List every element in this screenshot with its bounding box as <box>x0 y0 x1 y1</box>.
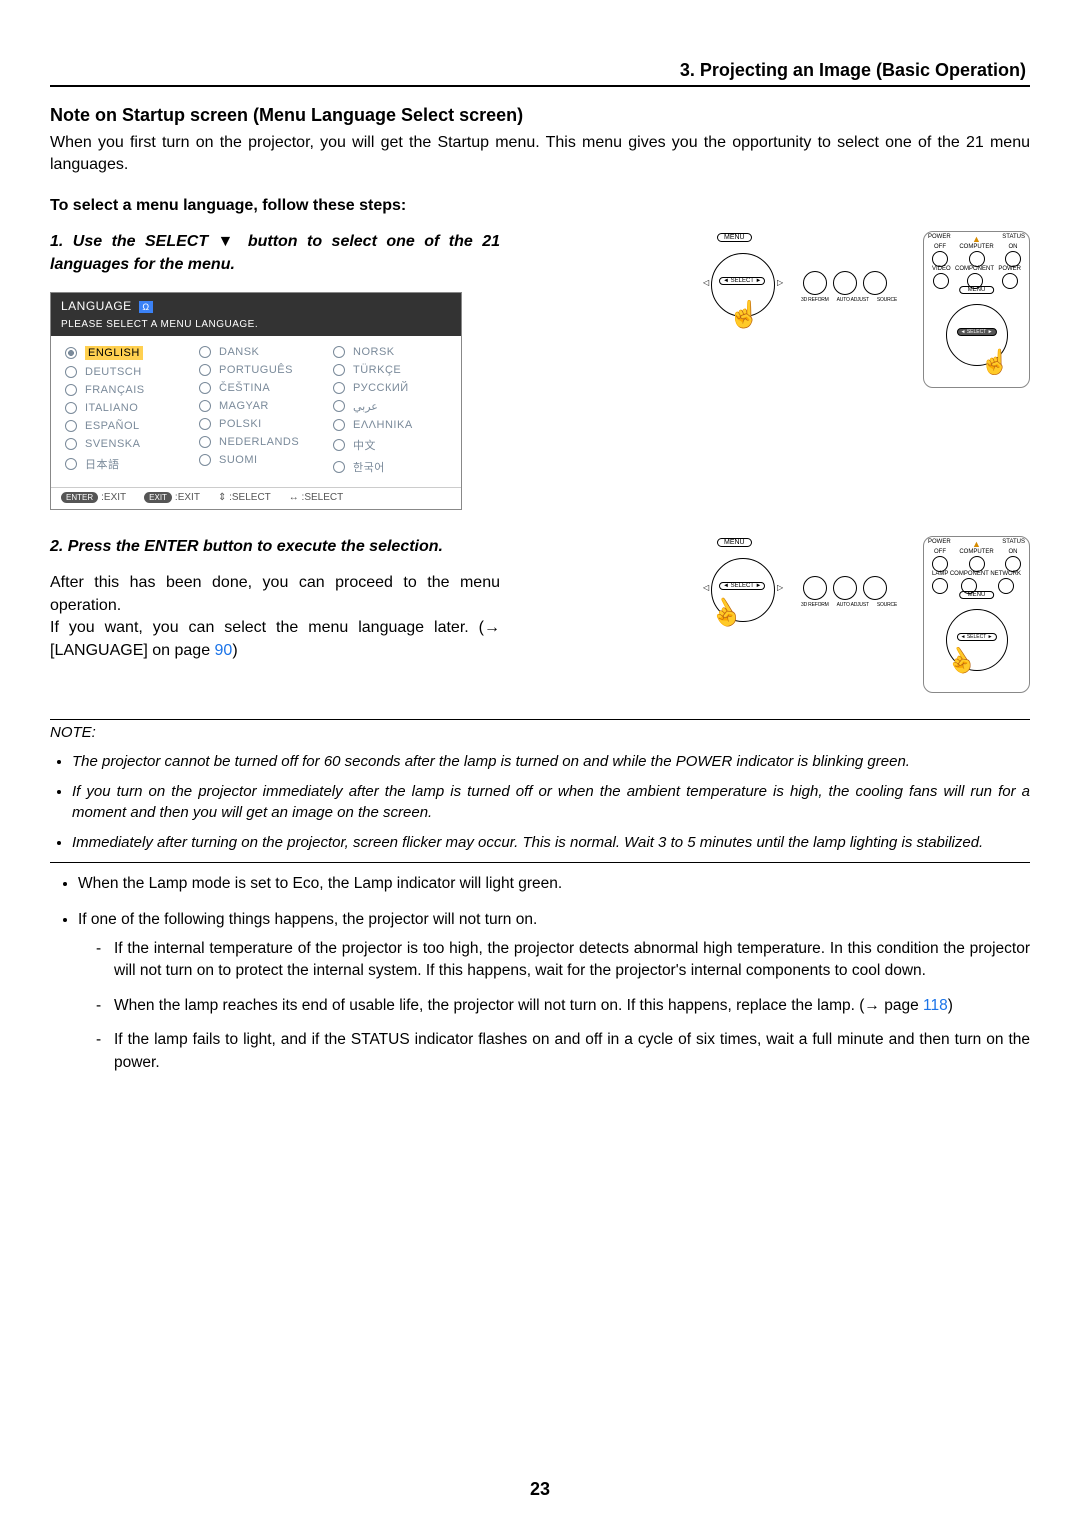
after-text-1: After this has been done, you can procee… <box>50 572 500 617</box>
sub-bullet-list: If the internal temperature of the proje… <box>78 938 1030 1074</box>
menu-button: MENU <box>717 233 752 242</box>
language-option[interactable]: DANSK <box>199 346 313 358</box>
language-option[interactable]: NORSK <box>333 346 447 358</box>
list-item: When the lamp reaches its end of usable … <box>114 995 1030 1017</box>
steps-heading: To select a menu language, follow these … <box>50 195 1030 217</box>
step-2-row: 2. Press the ENTER button to execute the… <box>50 536 1030 693</box>
manual-page: 3. Projecting an Image (Basic Operation)… <box>0 0 1080 1524</box>
page-number: 23 <box>0 1479 1080 1500</box>
list-item: Immediately after turning on the project… <box>72 832 1030 854</box>
step-1-row: 1. Use the SELECT ▼ button to select one… <box>50 231 1030 510</box>
language-option[interactable]: عربي <box>333 400 447 413</box>
language-option[interactable]: 한국어 <box>333 459 447 475</box>
language-option[interactable]: NEDERLANDS <box>199 436 313 448</box>
list-item: If one of the following things happens, … <box>78 909 1030 1074</box>
after-text-2: If you want, you can select the menu lan… <box>50 617 500 662</box>
remote-menu-button: MENU <box>959 286 995 294</box>
language-option[interactable]: DEUTSCH <box>65 366 179 378</box>
language-option[interactable]: ΕΛΛΗΝΙΚΑ <box>333 419 447 431</box>
divider <box>50 862 1030 863</box>
language-option[interactable]: ČEŠTINA <box>199 382 313 394</box>
language-option[interactable]: РУССКИЙ <box>333 382 447 394</box>
language-option[interactable]: ENGLISH <box>65 346 179 360</box>
list-item: If you turn on the projector immediately… <box>72 781 1030 825</box>
language-option[interactable]: POLSKI <box>199 418 313 430</box>
page-link[interactable]: 118 <box>923 997 948 1014</box>
divider <box>50 85 1030 87</box>
list-item: If the internal temperature of the proje… <box>114 938 1030 983</box>
list-item: When the Lamp mode is set to Eco, the La… <box>78 873 1030 895</box>
list-item: The projector cannot be turned off for 6… <box>72 751 1030 773</box>
note-label: NOTE: <box>50 724 1030 741</box>
language-option[interactable]: ESPAÑOL <box>65 420 179 432</box>
menu-button: MENU <box>717 538 752 547</box>
select-button: ◄ SELECT ► <box>719 582 765 590</box>
page-link[interactable]: 90 <box>215 642 233 659</box>
pointing-hand-icon: ☝ <box>728 301 760 327</box>
language-option[interactable]: MAGYAR <box>199 400 313 412</box>
breadcrumb: 3. Projecting an Image (Basic Operation) <box>50 60 1030 81</box>
projector-panel-diagram: MENU ◄ SELECT ► ◁ ▷ ☝ 3D REFORMAUTO ADJU… <box>673 536 903 646</box>
remote-select-button: ◄ SELECT ► <box>956 633 996 641</box>
remote-menu-button: MENU <box>959 591 995 599</box>
language-option[interactable]: 中文 <box>333 437 447 453</box>
language-option[interactable]: SVENSKA <box>65 438 179 450</box>
language-footer: ENTER:EXIT EXIT:EXIT ⇕ :SELECT ↔ :SELECT <box>51 487 461 509</box>
step-1: 1. Use the SELECT ▼ button to select one… <box>50 231 500 276</box>
remote-diagram: ▲ POWERSTATUS OFF COMPUTER ON LAMP COMPO… <box>923 536 1030 693</box>
intro-text: When you first turn on the projector, yo… <box>50 132 1030 177</box>
section-heading: Note on Startup screen (Menu Language Se… <box>50 105 1030 126</box>
pointing-hand-icon: ☝ <box>980 348 1010 377</box>
language-option[interactable]: 日本語 <box>65 456 179 472</box>
language-title: LANGUAGE Ω <box>51 293 461 319</box>
remote-select-button: ◄ SELECT ► <box>956 328 996 336</box>
language-option[interactable]: SUOMI <box>199 454 313 466</box>
divider <box>50 719 1030 720</box>
language-option[interactable]: PORTUGUÊS <box>199 364 313 376</box>
note-list: The projector cannot be turned off for 6… <box>50 751 1030 854</box>
step-2: 2. Press the ENTER button to execute the… <box>50 536 500 558</box>
list-item: If the lamp fails to light, and if the S… <box>114 1029 1030 1074</box>
language-option[interactable]: FRANÇAIS <box>65 384 179 396</box>
language-option[interactable]: TÜRKÇE <box>333 364 447 376</box>
language-subtitle: PLEASE SELECT A MENU LANGUAGE. <box>51 319 461 336</box>
remote-diagram: ▲ POWERSTATUS OFF COMPUTER ON VIDEO COMP… <box>923 231 1030 388</box>
select-button: ◄ SELECT ► <box>719 277 765 285</box>
bullet-list: When the Lamp mode is set to Eco, the La… <box>50 873 1030 1074</box>
language-menu-panel: LANGUAGE Ω PLEASE SELECT A MENU LANGUAGE… <box>50 292 462 510</box>
projector-panel-diagram: MENU ◄ SELECT ► ◁ ▷ ☝ 3D REFORMAUTO ADJU… <box>673 231 903 341</box>
language-option[interactable]: ITALIANO <box>65 402 179 414</box>
